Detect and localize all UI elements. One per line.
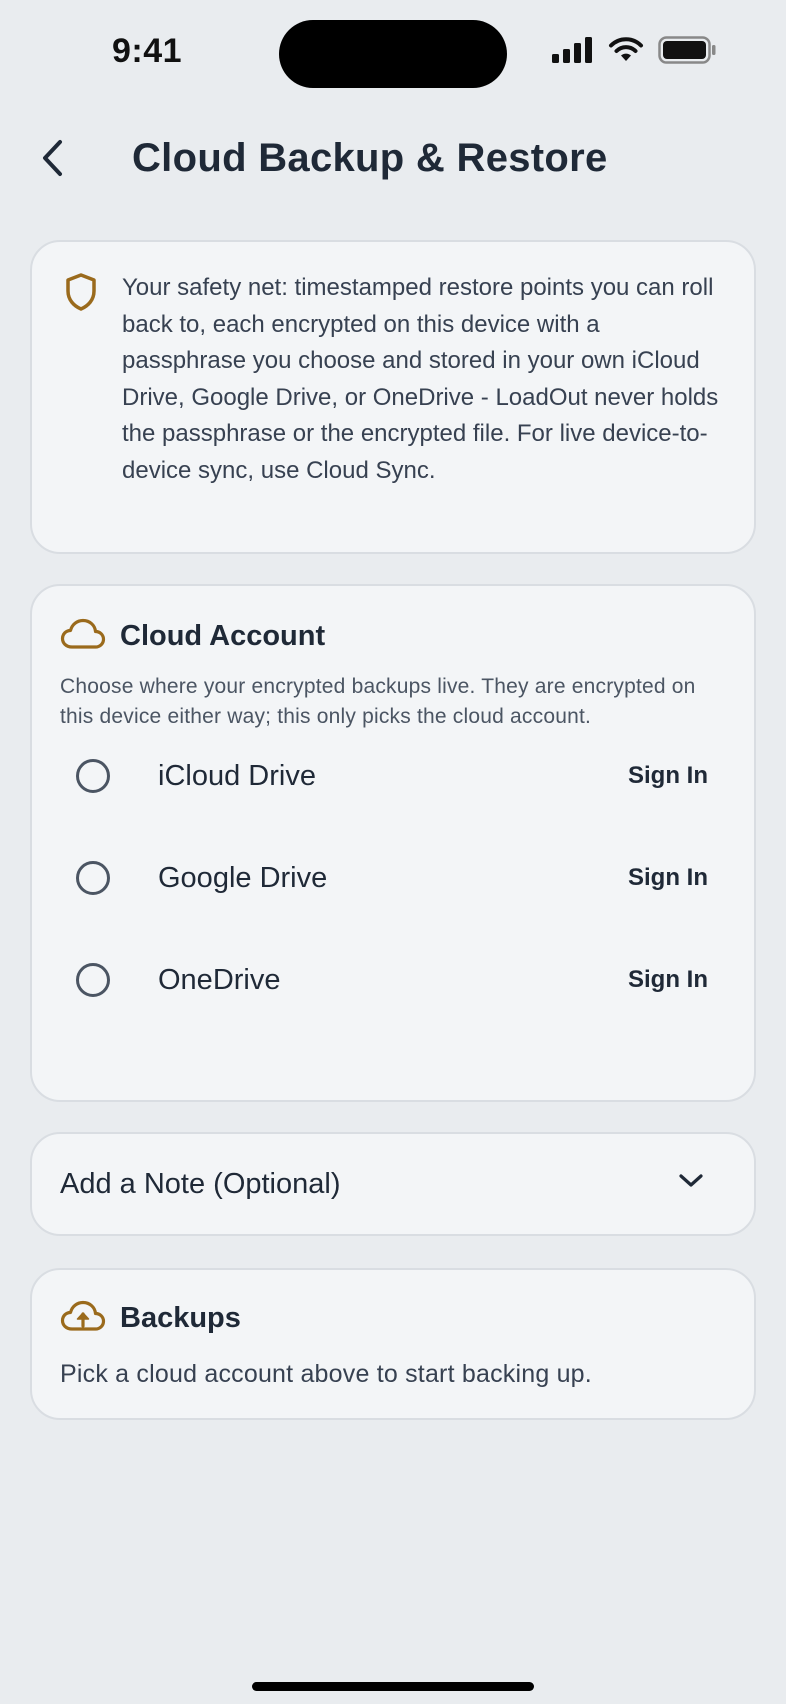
backups-header: Backups — [60, 1300, 241, 1337]
backups-empty-text: Pick a cloud account above to start back… — [60, 1360, 592, 1388]
page-title: Cloud Backup & Restore — [132, 136, 608, 180]
provider-row-onedrive[interactable]: OneDrive Sign In — [60, 940, 730, 1020]
back-button[interactable] — [30, 136, 74, 184]
wifi-icon — [608, 37, 644, 68]
onedrive-sign-in-button[interactable]: Sign In — [628, 966, 708, 994]
home-indicator — [252, 1682, 534, 1691]
icloud-drive-sign-in-button[interactable]: Sign In — [628, 762, 708, 790]
cloud-account-description: Choose where your encrypted backups live… — [60, 675, 696, 728]
provider-name: iCloud Drive — [158, 759, 316, 792]
icloud-drive-radio[interactable] — [76, 759, 110, 793]
status-time: 9:41 — [112, 32, 183, 70]
google-drive-sign-in-button[interactable]: Sign In — [628, 864, 708, 892]
cloud-upload-icon — [60, 1300, 106, 1337]
status-icons — [552, 36, 716, 69]
cloud-account-header: Cloud Account — [60, 618, 325, 655]
intro-card: Your safety net: timestamped restore poi… — [30, 240, 756, 554]
provider-name: OneDrive — [158, 963, 281, 996]
onedrive-radio[interactable] — [76, 963, 110, 997]
signal-icon — [552, 37, 594, 68]
add-note-disclosure[interactable]: Add a Note (Optional) — [30, 1132, 756, 1236]
backups-title: Backups — [120, 1302, 241, 1334]
cloud-account-card: Cloud Account Choose where your encrypte… — [30, 584, 756, 1102]
cloud-icon — [60, 618, 106, 655]
add-note-label: Add a Note (Optional) — [60, 1168, 341, 1200]
provider-name: Google Drive — [158, 861, 328, 894]
backups-card: Backups Pick a cloud account above to st… — [30, 1268, 756, 1420]
screen: 9:41 Cloud Backup & Restore Your safety … — [0, 0, 786, 1704]
provider-row-google-drive[interactable]: Google Drive Sign In — [60, 838, 730, 918]
shield-icon — [64, 272, 98, 317]
dynamic-island — [279, 20, 507, 88]
provider-row-icloud-drive[interactable]: iCloud Drive Sign In — [60, 736, 730, 816]
battery-icon — [658, 36, 716, 69]
back-chevron-icon — [40, 138, 64, 183]
intro-text: Your safety net: timestamped restore poi… — [122, 274, 719, 484]
google-drive-radio[interactable] — [76, 861, 110, 895]
chevron-down-icon — [678, 1172, 704, 1195]
cloud-account-title: Cloud Account — [120, 620, 326, 652]
